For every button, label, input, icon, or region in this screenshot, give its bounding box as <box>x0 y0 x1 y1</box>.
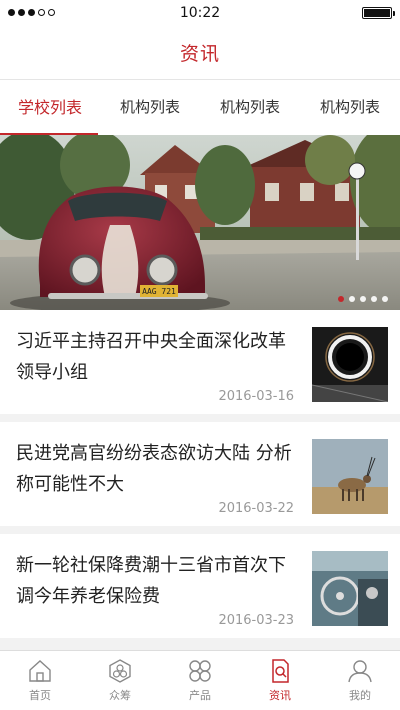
news-thumbnail <box>312 327 388 402</box>
tab-label: 资讯 <box>269 689 291 702</box>
tab-product[interactable]: 产品 <box>160 651 240 710</box>
home-icon <box>29 660 51 682</box>
tab-news[interactable]: 资讯 <box>240 651 320 710</box>
tab-crowdfund[interactable]: 众筹 <box>80 651 160 710</box>
profile-icon <box>348 660 372 683</box>
pager-dot[interactable] <box>371 296 377 302</box>
news-thumbnail <box>312 439 388 514</box>
banner-image: AAG 721 <box>0 135 400 310</box>
pager-dot[interactable] <box>382 296 388 302</box>
news-date: 2016-03-22 <box>218 501 294 516</box>
battery-icon <box>362 6 395 19</box>
tab-institution-list-1[interactable]: 机构列表 <box>100 80 200 135</box>
news-item[interactable]: 习近平主持召开中央全面深化改革领导小组 2016-03-16 <box>0 310 400 422</box>
news-title: 新一轮社保降费潮十三省市首次下调今年养老保险费 <box>16 555 286 607</box>
carousel-pager <box>338 296 388 302</box>
news-date: 2016-03-23 <box>218 613 294 628</box>
bottom-tab-bar: 首页 众筹 产品 资讯 我的 <box>0 650 400 710</box>
category-tabs: 学校列表 机构列表 机构列表 机构列表 <box>0 80 400 135</box>
banner-carousel[interactable]: AAG 721 <box>0 135 400 310</box>
status-bar: 10:22 <box>0 0 400 25</box>
tab-label: 我的 <box>349 689 371 702</box>
news-item[interactable]: 民进党高官纷纷表态欲访大陆 分析称可能性不大 2016-03-22 <box>0 422 400 534</box>
news-title: 民进党高官纷纷表态欲访大陆 分析称可能性不大 <box>16 443 292 495</box>
news-list: 习近平主持召开中央全面深化改革领导小组 2016-03-16 民进党高官纷纷表态… <box>0 310 400 646</box>
news-item[interactable]: 新一轮社保降费潮十三省市首次下调今年养老保险费 2016-03-23 <box>0 534 400 646</box>
news-icon <box>272 659 289 683</box>
page-title: 资讯 <box>179 42 220 65</box>
pager-dot[interactable] <box>360 296 366 302</box>
crowdfund-icon <box>109 659 131 683</box>
navigation-bar: 资讯 <box>0 25 400 80</box>
news-title: 习近平主持召开中央全面深化改革领导小组 <box>16 331 286 383</box>
pager-dot[interactable] <box>349 296 355 302</box>
tab-label: 首页 <box>29 689 51 702</box>
license-plate-text: AAG 721 <box>142 287 176 296</box>
tab-institution-list-2[interactable]: 机构列表 <box>200 80 300 135</box>
tab-label: 产品 <box>189 689 211 702</box>
tab-school-list[interactable]: 学校列表 <box>0 80 100 135</box>
signal-strength-icon <box>8 9 63 16</box>
news-thumbnail <box>312 551 388 626</box>
news-date: 2016-03-16 <box>218 389 294 404</box>
product-icon <box>189 660 211 682</box>
tab-label: 众筹 <box>109 689 131 702</box>
tab-profile[interactable]: 我的 <box>320 651 400 710</box>
tab-home[interactable]: 首页 <box>0 651 80 710</box>
tab-institution-list-3[interactable]: 机构列表 <box>300 80 400 135</box>
pager-dot[interactable] <box>338 296 344 302</box>
